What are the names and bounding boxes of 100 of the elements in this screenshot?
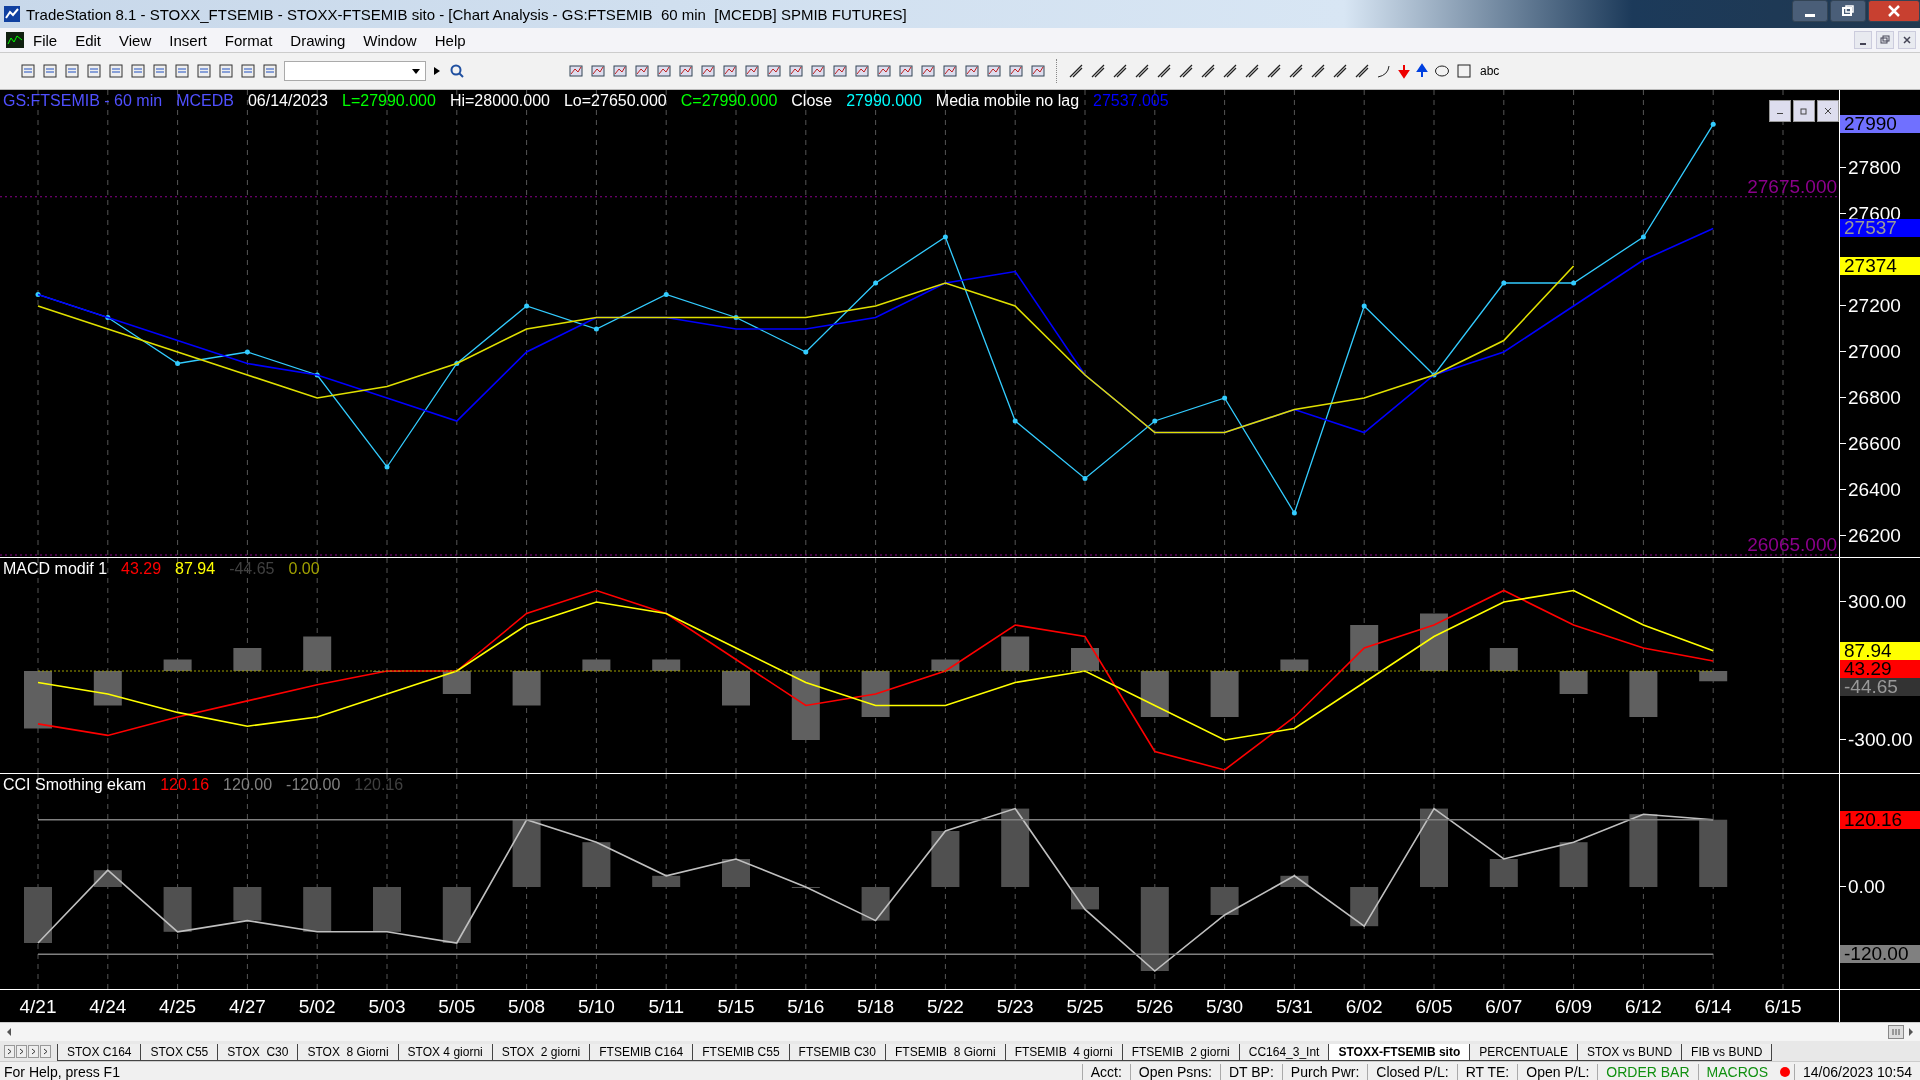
axis-label: 5/10 <box>576 996 616 1018</box>
ellipse-icon[interactable] <box>1434 63 1450 79</box>
indicator-label: Media mobile no lag <box>935 92 1080 110</box>
sheet-tab[interactable]: PERCENTUALE <box>1470 1044 1578 1061</box>
sheet-tab[interactable]: STOX 8 Giorni <box>298 1044 399 1061</box>
menu-item[interactable]: Help <box>425 31 475 49</box>
indicator-label: CCI Smothing ekam <box>3 776 147 794</box>
indicator-label: Lo=27650.000 <box>563 92 667 110</box>
indicator-label: -44.65 <box>229 560 275 578</box>
sheet-tab[interactable]: FTSEMIB C55 <box>693 1044 790 1061</box>
status-field: Open Psns: <box>1129 1064 1220 1080</box>
menu-item[interactable]: Drawing <box>281 31 355 49</box>
curve-icon[interactable] <box>1376 63 1392 79</box>
restore-button[interactable] <box>1830 0 1866 22</box>
lines-icon[interactable] <box>1222 63 1238 79</box>
indicator-label: MACD modif 1 <box>3 560 108 578</box>
sheet-tab[interactable]: CC164_3_Int <box>1239 1044 1330 1061</box>
menu-item[interactable]: Window <box>354 31 426 49</box>
axis-label: 5/18 <box>856 996 896 1018</box>
line-tool-icon[interactable] <box>1354 63 1370 79</box>
lines-icon[interactable] <box>1288 63 1304 79</box>
line-tool-icon[interactable] <box>1310 63 1326 79</box>
dropdown-field[interactable] <box>284 61 426 81</box>
lines-icon[interactable] <box>1090 63 1106 79</box>
axis-label: 5/15 <box>716 996 756 1018</box>
line-tool-icon[interactable] <box>1200 63 1216 79</box>
value-badge: 120.16 <box>1840 810 1920 829</box>
value-badge: -120.00 <box>1840 945 1920 964</box>
minimize-button[interactable] <box>1769 100 1792 122</box>
status-field: MACROS <box>1697 1064 1776 1080</box>
indicator-label: MCEDB <box>176 92 234 110</box>
indicator-label: Hi=28000.000 <box>449 92 550 110</box>
text-tool-button[interactable]: abc <box>1478 64 1502 78</box>
scroll-bar[interactable] <box>0 1022 1920 1041</box>
scroll-thumb-icon[interactable] <box>1888 1025 1904 1039</box>
line-tool-icon[interactable] <box>1244 63 1260 79</box>
sheet-tab[interactable]: STOX 2 giorni <box>492 1044 591 1061</box>
close-button[interactable] <box>1868 0 1920 22</box>
line-tool-icon[interactable] <box>1266 63 1282 79</box>
sheet-tab[interactable]: STOX 4 giorni <box>398 1044 493 1061</box>
level-label: 26065.000 <box>1747 535 1838 555</box>
indicator-label: 87.94 <box>175 560 216 578</box>
line-tool-icon[interactable] <box>1332 63 1348 79</box>
search-icon[interactable] <box>448 63 466 79</box>
restore-icon <box>1841 5 1855 17</box>
menu-item[interactable]: View <box>110 31 161 49</box>
menu-item[interactable]: Format <box>215 31 282 49</box>
axis-label: 5/02 <box>297 996 337 1018</box>
axis-label: 27000 <box>1848 343 1901 361</box>
arrow-up-icon[interactable] <box>1416 63 1428 79</box>
axis-label: 27800 <box>1848 159 1901 177</box>
axis-label: 5/30 <box>1205 996 1245 1018</box>
axis-label: 6/02 <box>1344 996 1384 1018</box>
indicator-label: 27990.000 <box>846 92 922 110</box>
menu-item[interactable]: Insert <box>160 31 216 49</box>
line-tool-icon[interactable] <box>1178 63 1194 79</box>
tab-navigation-icon[interactable] <box>40 1044 51 1058</box>
sheet-tab[interactable]: FTSEMIB 8 Giorni <box>885 1044 1006 1061</box>
sheet-tab[interactable]: STOX C30 <box>218 1044 299 1061</box>
sheet-tab[interactable]: FTSEMIB 2 giorni <box>1122 1044 1240 1061</box>
scroll-right-icon[interactable] <box>1906 1026 1916 1038</box>
sheet-tab[interactable]: FTSEMIB C30 <box>789 1044 886 1061</box>
sheet-tab[interactable]: FIB vs BUND <box>1682 1044 1773 1061</box>
close-button[interactable] <box>1817 100 1840 122</box>
rectangle-icon[interactable] <box>1456 63 1472 79</box>
tab-navigation-icon[interactable] <box>16 1044 27 1058</box>
axis-label: -300.00 <box>1848 731 1913 749</box>
indicator-label: 0.00 <box>288 560 320 578</box>
line-tool-icon[interactable] <box>1156 63 1172 79</box>
indicator-label: Close <box>791 92 833 110</box>
sheet-tab[interactable]: FTSEMIB C164 <box>590 1044 694 1061</box>
document-icon[interactable] <box>20 63 36 79</box>
lines-icon[interactable] <box>1134 63 1150 79</box>
sheet-tab[interactable]: STOXX-FTSEMIB sito <box>1329 1044 1471 1061</box>
menu-item[interactable]: File <box>24 31 67 49</box>
arrow-down-icon[interactable] <box>1398 63 1410 79</box>
indicator-label: 120.16 <box>160 776 210 794</box>
status-text: For Help, press F1 <box>3 1064 120 1080</box>
sheet-tab[interactable]: STOX vs BUND <box>1577 1044 1683 1061</box>
histogram-bar <box>442 671 471 694</box>
axis-label: 26600 <box>1848 435 1901 453</box>
value-badge: 27374 <box>1840 256 1920 275</box>
tab-navigation-icon[interactable] <box>28 1044 39 1058</box>
minimize-button[interactable] <box>1792 0 1828 22</box>
lines-icon[interactable] <box>1112 63 1128 79</box>
indicator-label: 120.16 <box>354 776 404 794</box>
sheet-tab[interactable]: STOX C55 <box>141 1044 219 1061</box>
status-datetime: 14/06/2023 10:54 <box>1794 1064 1920 1080</box>
level-label: 27675.000 <box>1747 176 1838 197</box>
value-badge: 27990 <box>1840 115 1920 134</box>
sheet-tab[interactable]: FTSEMIB 4 giorni <box>1005 1044 1123 1061</box>
sheet-tab[interactable]: STOX C164 <box>57 1044 142 1061</box>
menu-item[interactable]: Edit <box>66 31 111 49</box>
line-tool-icon[interactable] <box>1068 63 1084 79</box>
tab-navigation-icon[interactable] <box>4 1044 15 1058</box>
axis-label: 6/09 <box>1554 996 1594 1018</box>
restore-button[interactable] <box>1793 100 1816 122</box>
histogram-bar <box>512 671 541 706</box>
axis-label: 300.00 <box>1848 593 1907 611</box>
axis-label: 4/25 <box>158 996 198 1018</box>
